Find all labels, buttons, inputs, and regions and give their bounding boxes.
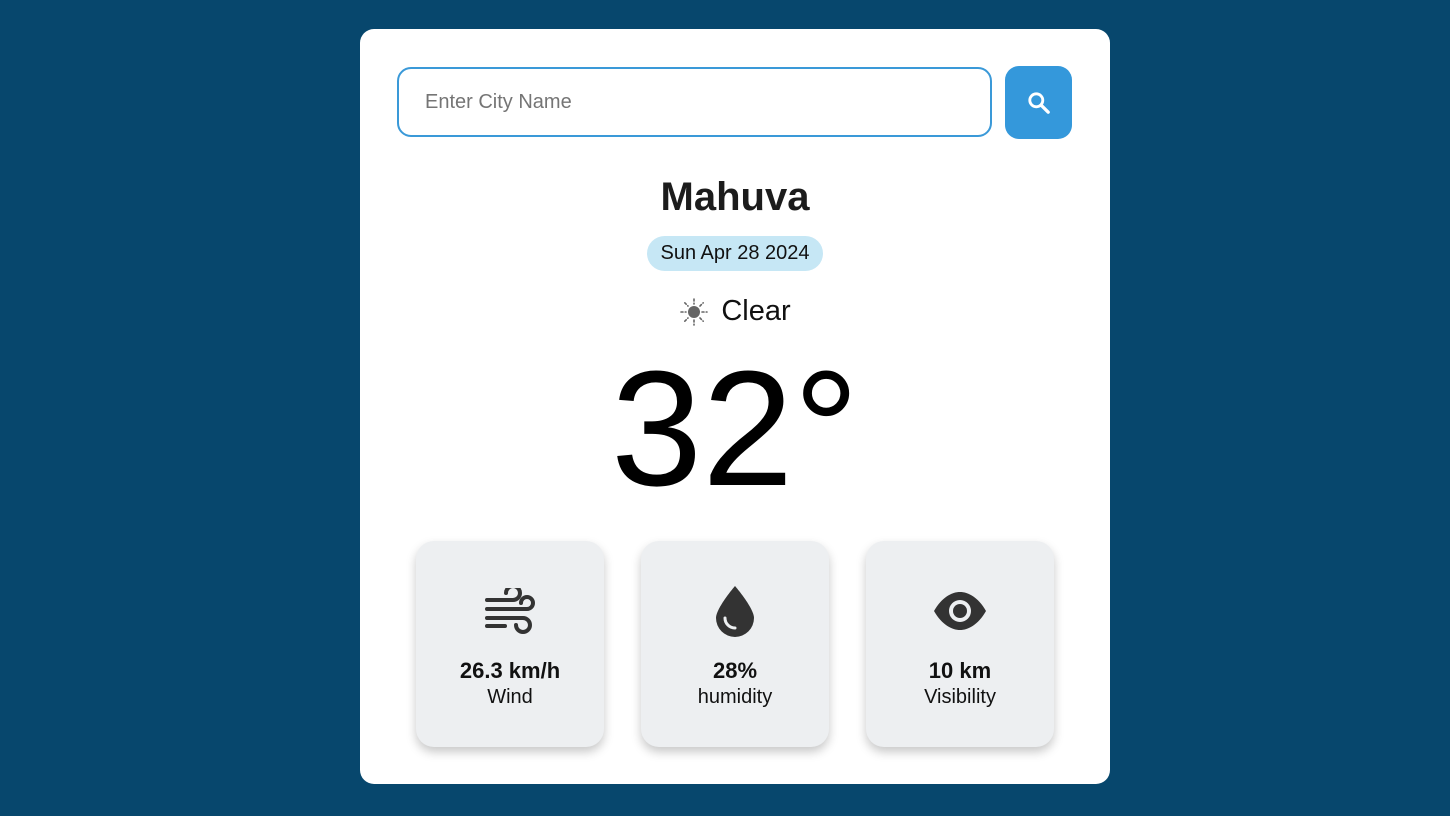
wind-card: 26.3 km/h Wind [416, 541, 604, 747]
visibility-card: 10 km Visibility [866, 541, 1054, 747]
search-button[interactable] [1005, 66, 1072, 139]
date-badge: Sun Apr 28 2024 [647, 236, 823, 271]
visibility-label: Visibility [924, 686, 996, 708]
weather-condition: Clear [360, 295, 1110, 328]
city-name: Mahuva [660, 175, 810, 219]
visibility-value: 10 km [928, 658, 992, 683]
weather-card: Mahuva Sun Apr 28 2024 Clear 32° [360, 29, 1110, 784]
humidity-label: humidity [697, 686, 773, 708]
water-drop-icon [713, 584, 757, 638]
sun-icon [679, 297, 709, 327]
humidity-value: 28% [712, 658, 758, 683]
wind-icon [483, 588, 537, 634]
eye-icon [932, 591, 988, 631]
temperature: 32° [610, 337, 859, 520]
wind-label: Wind [487, 686, 533, 708]
search-icon [1026, 90, 1052, 116]
city-search-input[interactable] [397, 67, 992, 137]
humidity-card: 28% humidity [641, 541, 829, 747]
wind-value: 26.3 km/h [459, 658, 561, 683]
condition-label: Clear [721, 295, 791, 327]
